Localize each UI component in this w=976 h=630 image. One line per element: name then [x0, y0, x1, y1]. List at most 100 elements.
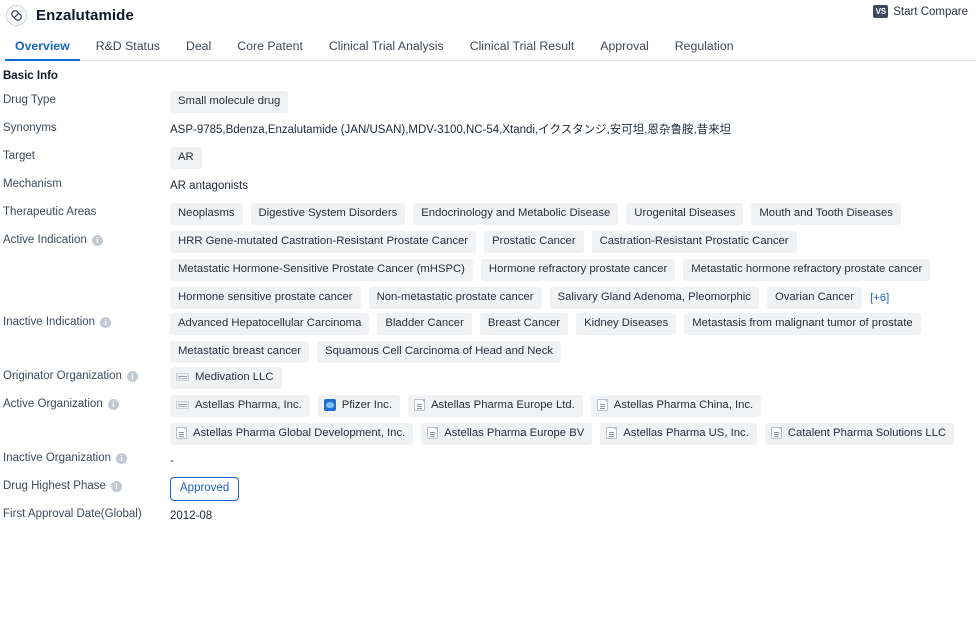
- tag-target[interactable]: AR: [170, 147, 202, 169]
- company-logo-icon: [413, 399, 425, 412]
- capsule-icon: [6, 4, 27, 26]
- tag-active-organization[interactable]: Astellas Pharma Europe Ltd.: [407, 394, 583, 417]
- tag-therapeutic-area[interactable]: Digestive System Disorders: [250, 203, 406, 225]
- row-synonyms: Synonyms ASP-9785,Bdenza,Enzalutamide (J…: [2, 117, 966, 143]
- tag-active-organization[interactable]: Astellas Pharma China, Inc.: [590, 394, 762, 417]
- tag-drug-type[interactable]: Small molecule drug: [170, 91, 289, 113]
- company-logo-icon: [176, 401, 189, 410]
- tag-therapeutic-area[interactable]: Urogenital Diseases: [626, 203, 744, 225]
- label-text: Mechanism: [3, 178, 62, 190]
- row-originator-organization: Originator Organization i Medivation LLC: [2, 365, 966, 391]
- tag-inactive-indication[interactable]: Bladder Cancer: [377, 312, 472, 335]
- company-logo-icon: [176, 427, 187, 440]
- tag-active-organization[interactable]: Catalent Pharma Solutions LLC: [764, 422, 955, 445]
- tag-active-organization[interactable]: Astellas Pharma Europe BV: [421, 422, 593, 445]
- info-icon[interactable]: i: [107, 399, 119, 411]
- tab-regulation[interactable]: Regulation: [662, 39, 747, 60]
- info-icon[interactable]: i: [126, 371, 138, 383]
- status-badge[interactable]: Approved: [170, 476, 240, 502]
- label-inactive-organization: Inactive Organization i: [2, 447, 170, 466]
- label-text: Drug Highest Phase: [3, 479, 106, 492]
- tag-inactive-indication[interactable]: Metastasis from malignant tumor of prost…: [684, 312, 921, 335]
- value-therapeutic-areas: Neoplasms Digestive System Disorders End…: [170, 201, 966, 225]
- tab-overview[interactable]: Overview: [2, 39, 83, 62]
- label-drug-highest-phase: Drug Highest Phase i: [2, 475, 170, 494]
- basic-info-heading: Basic Info: [3, 70, 58, 82]
- tag-therapeutic-area[interactable]: Neoplasms: [170, 203, 243, 225]
- tag-active-indication[interactable]: Castration-Resistant Prostatic Cancer: [591, 231, 797, 253]
- tag-active-organization[interactable]: Astellas Pharma Global Development, Inc.: [170, 422, 414, 445]
- tag-inactive-indication[interactable]: Advanced Hepatocellular Carcinoma: [170, 312, 370, 335]
- label-text: Active Organization: [3, 397, 103, 410]
- row-mechanism: Mechanism AR antagonists: [2, 173, 966, 199]
- tag-active-indication[interactable]: Metastatic hormone refractory prostate c…: [683, 258, 931, 281]
- tag-active-indication[interactable]: Non-metastatic prostate cancer: [368, 286, 542, 309]
- info-icon[interactable]: i: [91, 235, 103, 247]
- tag-inactive-indication[interactable]: Kidney Diseases: [576, 312, 677, 335]
- vs-icon: VS: [873, 5, 889, 18]
- tag-active-indication[interactable]: Hormone refractory prostate cancer: [480, 258, 676, 281]
- tag-active-indication[interactable]: HRR Gene-mutated Castration-Resistant Pr…: [170, 231, 477, 253]
- tab-core-patent[interactable]: Core Patent: [224, 39, 316, 60]
- tag-originator-organization[interactable]: Medivation LLC: [170, 366, 282, 389]
- label-first-approval-date: First Approval Date(Global): [2, 503, 170, 522]
- page-title: Enzalutamide: [36, 6, 134, 24]
- label-target: Target: [2, 145, 170, 164]
- tab-clinical-trial-analysis[interactable]: Clinical Trial Analysis: [316, 39, 457, 60]
- tag-active-organization[interactable]: Astellas Pharma US, Inc.: [600, 422, 757, 445]
- value-target: AR: [170, 145, 966, 169]
- tag-therapeutic-area[interactable]: Endocrinology and Metabolic Disease: [413, 203, 619, 225]
- tag-active-indication[interactable]: Metastatic Hormone-Sensitive Prostate Ca…: [170, 258, 473, 281]
- start-compare-button[interactable]: VS Start Compare: [873, 5, 968, 18]
- value-inactive-organization: -: [170, 447, 966, 467]
- org-name: Pfizer Inc.: [341, 398, 392, 411]
- org-name: Astellas Pharma US, Inc.: [623, 426, 749, 439]
- label-text: Therapeutic Areas: [3, 206, 97, 218]
- tag-active-indication[interactable]: Prostatic Cancer: [484, 231, 584, 253]
- tab-rd-status[interactable]: R&D Status: [83, 39, 173, 60]
- row-drug-highest-phase: Drug Highest Phase i Approved: [2, 475, 966, 502]
- row-first-approval-date: First Approval Date(Global) 2012-08: [2, 503, 966, 529]
- info-icon[interactable]: i: [110, 481, 122, 493]
- tab-approval[interactable]: Approval: [587, 39, 662, 60]
- company-logo-icon: [427, 427, 439, 440]
- info-icon[interactable]: i: [100, 317, 112, 329]
- label-active-organization: Active Organization i: [2, 393, 170, 412]
- org-name: Astellas Pharma Global Development, Inc.: [193, 426, 406, 439]
- tag-therapeutic-area[interactable]: Mouth and Tooth Diseases: [751, 203, 901, 225]
- label-synonyms: Synonyms: [2, 117, 170, 136]
- tab-bar: Overview R&D Status Deal Core Patent Cli…: [0, 30, 976, 62]
- tag-inactive-indication[interactable]: Metastatic breast cancer: [170, 340, 310, 363]
- tag-inactive-indication[interactable]: Squamous Cell Carcinoma of Head and Neck: [317, 340, 562, 363]
- label-drug-type: Drug Type: [2, 89, 170, 108]
- tag-active-indication[interactable]: Ovarian Cancer: [766, 286, 863, 309]
- start-compare-label: Start Compare: [893, 5, 968, 18]
- row-therapeutic-areas: Therapeutic Areas Neoplasms Digestive Sy…: [2, 201, 966, 227]
- org-name: Catalent Pharma Solutions LLC: [787, 426, 947, 439]
- company-logo-icon: [596, 399, 608, 412]
- label-text: Active Indication: [3, 234, 87, 246]
- company-logo-icon: [323, 399, 336, 412]
- company-logo-icon: [606, 427, 618, 440]
- org-name: Astellas Pharma Europe Ltd.: [430, 398, 575, 411]
- value-first-approval-date: 2012-08: [170, 510, 213, 523]
- org-name: Astellas Pharma, Inc.: [195, 398, 302, 411]
- tag-active-organization[interactable]: Pfizer Inc.: [317, 394, 400, 417]
- tag-inactive-indication[interactable]: Breast Cancer: [479, 312, 569, 335]
- tab-deal[interactable]: Deal: [173, 39, 224, 60]
- label-text: Inactive Indication: [3, 315, 96, 328]
- label-inactive-indication: Inactive Indication i: [2, 311, 170, 330]
- value-inactive-indication: Advanced Hepatocellular Carcinoma Bladde…: [170, 311, 966, 363]
- tag-active-indication[interactable]: Salivary Gland Adenoma, Pleomorphic: [549, 286, 759, 309]
- org-name: Astellas Pharma Europe BV: [444, 426, 585, 439]
- tag-active-organization[interactable]: Astellas Pharma, Inc.: [170, 394, 310, 417]
- label-mechanism: Mechanism: [2, 173, 170, 192]
- company-logo-icon: [176, 373, 189, 382]
- label-text: First Approval Date(Global): [3, 508, 142, 521]
- tag-active-indication[interactable]: Hormone sensitive prostate cancer: [170, 286, 361, 309]
- value-synonyms: ASP-9785,Bdenza,Enzalutamide (JAN/USAN),…: [170, 124, 732, 136]
- row-inactive-indication: Inactive Indication i Advanced Hepatocel…: [2, 311, 966, 363]
- tab-clinical-trial-result[interactable]: Clinical Trial Result: [457, 39, 588, 60]
- active-indication-more-link[interactable]: [+6]: [870, 287, 889, 309]
- info-icon[interactable]: i: [116, 453, 128, 465]
